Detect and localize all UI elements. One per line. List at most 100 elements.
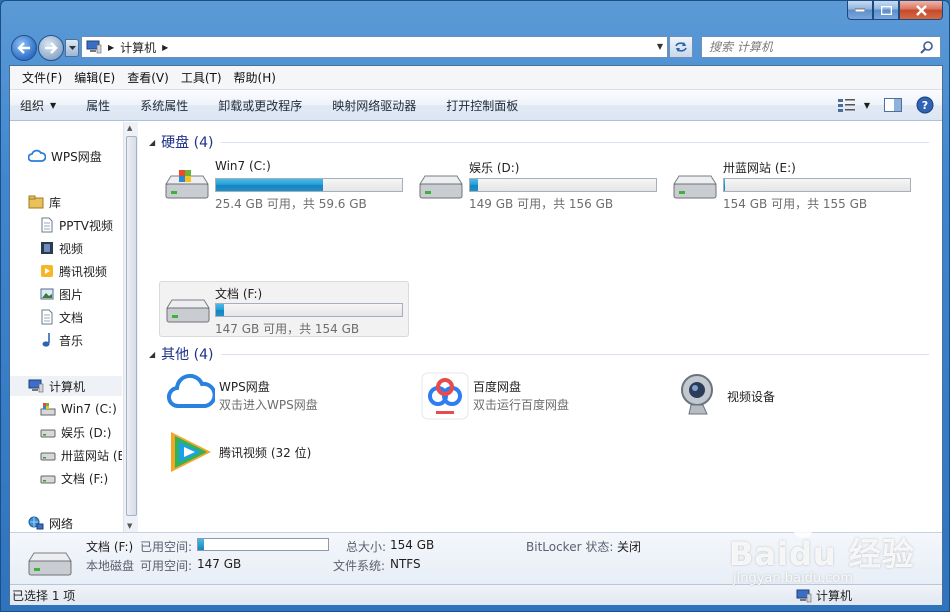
search-box[interactable]	[701, 36, 941, 58]
menu-edit[interactable]: 编辑(E)	[74, 69, 115, 86]
minimize-button[interactable]	[847, 1, 873, 20]
open-control-panel-button[interactable]: 打开控制面板	[446, 97, 518, 114]
breadcrumb-separator[interactable]: ▶	[162, 43, 168, 52]
sidebar-item-label: 音乐	[59, 333, 84, 348]
forward-button[interactable]	[38, 35, 64, 61]
music-note-icon	[42, 333, 50, 347]
collapse-icon[interactable]: ◢	[149, 138, 155, 147]
sidebar-item-documents[interactable]: 文档	[10, 307, 122, 327]
sidebar-item-videos[interactable]: 视频	[10, 238, 122, 258]
group-divider	[221, 353, 929, 355]
uninstall-button[interactable]: 卸载或更改程序	[218, 97, 302, 114]
sidebar-item-tencent-video[interactable]: 腾讯视频	[10, 261, 122, 281]
close-icon	[915, 4, 927, 16]
system-drive-icon	[40, 403, 56, 416]
sidebar-item-music[interactable]: 音乐	[10, 330, 122, 350]
collapse-icon[interactable]: ◢	[149, 350, 155, 359]
item-name: 腾讯视频 (32 位)	[219, 446, 312, 460]
group-title: 硬盘 (4)	[161, 135, 214, 151]
map-network-drive-button[interactable]: 映射网络驱动器	[332, 97, 416, 114]
document-icon	[41, 309, 53, 325]
close-button[interactable]	[899, 1, 943, 20]
scroll-up-icon[interactable]: ▲	[127, 124, 132, 132]
help-icon[interactable]: ?	[916, 96, 934, 114]
change-view-button[interactable]: ▼	[837, 98, 870, 112]
sidebar-item-drive-e[interactable]: 卅蓝网站 (E:)	[10, 445, 122, 465]
menu-view[interactable]: 查看(V)	[127, 69, 169, 86]
sidebar-item-pictures[interactable]: 图片	[10, 284, 122, 304]
sidebar-item-label: PPTV视频	[59, 218, 114, 233]
details-name: 文档 (F:)	[86, 540, 134, 554]
details-total-value: 154 GB	[390, 538, 435, 552]
drive-usage-bar	[215, 178, 403, 192]
drive-name: Win7 (C:)	[215, 159, 271, 173]
properties-button[interactable]: 属性	[86, 97, 110, 114]
address-dropdown[interactable]: ▼	[657, 42, 663, 51]
details-fs-label: 文件系统:	[333, 559, 386, 573]
system-properties-button[interactable]: 系统属性	[140, 97, 188, 114]
item-video-device[interactable]: 视频设备	[675, 372, 915, 422]
drive-tile-c[interactable]: Win7 (C:) 25.4 GB 可用，共 59.6 GB	[159, 158, 409, 214]
refresh-button[interactable]	[669, 36, 693, 58]
group-title: 其他 (4)	[161, 347, 214, 363]
item-name: 视频设备	[727, 390, 776, 404]
sidebar-item-network[interactable]: 网络	[10, 513, 122, 533]
sidebar-item-drive-f[interactable]: 文档 (F:)	[10, 468, 122, 488]
group-header-other[interactable]: ◢ 其他 (4)	[149, 344, 929, 364]
sidebar-scrollbar[interactable]: ▲ ▼	[123, 122, 138, 532]
menu-bar: 文件(F) 编辑(E) 查看(V) 工具(T) 帮助(H)	[10, 66, 942, 90]
hard-drive-icon	[40, 475, 56, 484]
menu-file[interactable]: 文件(F)	[22, 69, 62, 86]
menu-tools[interactable]: 工具(T)	[181, 69, 222, 86]
drive-tile-f[interactable]: 文档 (F:) 147 GB 可用，共 154 GB	[159, 281, 409, 337]
library-icon	[28, 195, 44, 209]
sidebar-item-drive-c[interactable]: Win7 (C:)	[10, 399, 122, 419]
sidebar-item-drive-d[interactable]: 娱乐 (D:)	[10, 422, 122, 442]
picture-icon	[40, 288, 54, 300]
drive-usage-bar	[215, 303, 403, 317]
sidebar-item-label: 文档 (F:)	[61, 471, 109, 486]
drive-usage-bar	[723, 178, 911, 192]
recent-pages-dropdown[interactable]	[65, 39, 79, 57]
scroll-down-icon[interactable]: ▼	[127, 522, 132, 530]
status-location-label: 计算机	[816, 589, 853, 603]
breadcrumb-computer[interactable]: 计算机	[120, 39, 156, 56]
svg-text:?: ?	[922, 99, 928, 112]
organize-button[interactable]: 组织 ▼	[20, 97, 56, 114]
maximize-button[interactable]	[873, 1, 899, 20]
menu-help[interactable]: 帮助(H)	[234, 69, 276, 86]
item-wps-drive[interactable]: WPS网盘 双击进入WPS网盘	[167, 372, 407, 422]
sidebar-item-label: 腾讯视频	[59, 264, 108, 279]
minimize-icon	[855, 8, 865, 12]
sidebar-item-libraries[interactable]: 库	[10, 192, 122, 212]
sidebar-item-wps[interactable]: WPS网盘	[10, 146, 122, 166]
document-icon	[41, 217, 53, 233]
sidebar-item-label: 网络	[49, 516, 74, 531]
preview-pane-icon[interactable]	[884, 98, 902, 112]
navigation-pane: WPS网盘 库 PPTV视频 视频 腾讯视频 图片 文档 音乐 计算机 Win7…	[10, 122, 138, 532]
drive-tile-e[interactable]: 卅蓝网站 (E:) 154 GB 可用，共 155 GB	[667, 158, 917, 214]
chevron-down-icon: ▼	[863, 100, 870, 110]
search-icon[interactable]	[920, 40, 934, 54]
drive-tile-d[interactable]: 娱乐 (D:) 149 GB 可用，共 156 GB	[413, 158, 663, 214]
address-bar[interactable]: ▶ 计算机 ▶ ▼	[81, 36, 668, 58]
hard-drive-icon	[28, 552, 72, 576]
computer-icon	[796, 589, 812, 602]
status-location: 计算机	[796, 587, 852, 604]
cloud-icon	[28, 149, 46, 162]
sidebar-item-label: 娱乐 (D:)	[61, 425, 112, 440]
item-name: 百度网盘	[473, 380, 522, 394]
sidebar-item-computer[interactable]: 计算机	[10, 376, 122, 396]
content-pane: ◢ 硬盘 (4) Win7 (C:) 25.4 GB 可用，共 59.6 GB	[139, 122, 942, 532]
sidebar-item-pptv[interactable]: PPTV视频	[10, 215, 122, 235]
item-tencent-video[interactable]: 腾讯视频 (32 位)	[167, 428, 407, 478]
back-button[interactable]	[11, 35, 37, 61]
item-baidu-drive[interactable]: 百度网盘 双击运行百度网盘	[421, 372, 661, 422]
item-name: WPS网盘	[219, 380, 270, 394]
breadcrumb-separator[interactable]: ▶	[108, 43, 114, 52]
drive-free-space: 25.4 GB 可用，共 59.6 GB	[215, 197, 367, 211]
scroll-thumb[interactable]	[126, 136, 137, 516]
group-header-hard-drives[interactable]: ◢ 硬盘 (4)	[149, 132, 929, 152]
details-used-label: 已用空间:	[140, 540, 193, 554]
search-input[interactable]	[709, 40, 919, 54]
